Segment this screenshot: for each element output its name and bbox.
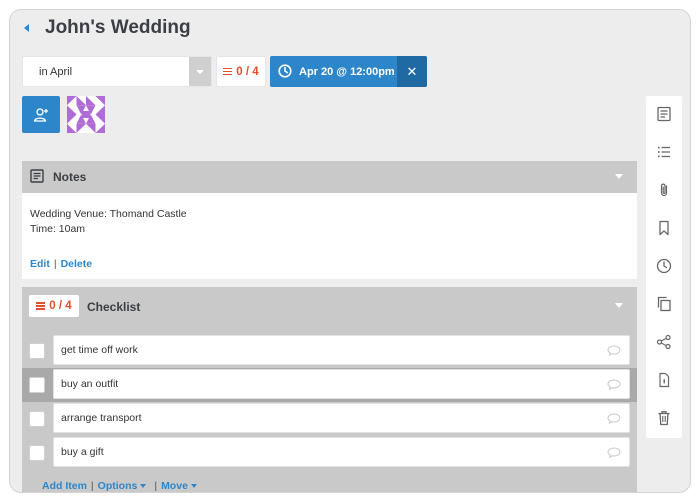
due-select[interactable]: in April [22, 56, 212, 87]
due-date-text: Apr 20 @ 12:00pm [299, 66, 395, 78]
page-title: John's Wedding [45, 17, 191, 38]
delete-notes-link[interactable]: Delete [61, 258, 93, 270]
avatar[interactable] [67, 96, 105, 133]
notes-icon[interactable] [655, 105, 673, 123]
notes-line: Time: 10am [30, 223, 86, 235]
list-icon [223, 67, 233, 76]
options-dropdown[interactable]: Options [98, 480, 147, 492]
due-date-button[interactable]: Apr 20 @ 12:00pm ✕ [270, 56, 427, 87]
list-item[interactable]: get time off work [22, 334, 637, 368]
item-checkbox[interactable] [29, 343, 45, 359]
clock-icon [278, 64, 292, 78]
item-text: arrange transport [61, 412, 142, 424]
move-label: Move [161, 480, 188, 492]
notes-line: Wedding Venue: Thomand Castle [30, 208, 187, 220]
edit-notes-link[interactable]: Edit [30, 258, 50, 270]
back-arrow-icon[interactable] [24, 24, 29, 32]
add-user-icon [33, 107, 48, 122]
item-text-box[interactable]: buy an outfit [53, 369, 630, 399]
checklist-title: Checklist [87, 300, 141, 314]
list-icon [36, 302, 46, 310]
notes-actions: Edit | Delete [30, 258, 92, 270]
share-icon[interactable] [655, 333, 673, 351]
clock-icon[interactable] [655, 257, 673, 275]
item-text: buy an outfit [61, 378, 119, 390]
item-checkbox[interactable] [29, 411, 45, 427]
checklist-actions: Add Item | Options | Move [42, 480, 197, 492]
card-window: John's Wedding in April 0 / 4 Apr 20 @ 1… [9, 9, 691, 493]
separator: | [90, 480, 94, 492]
checklist-progress-text: 0 / 4 [49, 300, 72, 312]
clear-due-date-button[interactable]: ✕ [397, 56, 427, 87]
checklist-progress-badge: 0 / 4 [29, 295, 79, 317]
checklist-icon[interactable] [655, 143, 673, 161]
comment-icon[interactable] [607, 447, 621, 458]
due-select-value: in April [39, 66, 73, 78]
comment-icon[interactable] [607, 379, 621, 390]
move-dropdown[interactable]: Move [161, 480, 197, 492]
file-icon[interactable] [655, 371, 673, 389]
item-checkbox[interactable] [29, 377, 45, 393]
notes-header[interactable]: Notes [22, 161, 637, 193]
comment-icon[interactable] [607, 413, 621, 424]
caret-down-icon[interactable] [615, 303, 623, 308]
chevron-down-icon[interactable] [189, 57, 211, 86]
add-member-button[interactable] [22, 96, 60, 133]
copy-icon[interactable] [655, 295, 673, 313]
trash-icon[interactable] [655, 409, 673, 427]
checklist-progress-text: 0 / 4 [236, 65, 259, 78]
item-text-box[interactable]: get time off work [53, 335, 630, 365]
separator: | [154, 480, 158, 492]
checklist-panel: 0 / 4 Checklist get time off work buy an… [22, 287, 637, 492]
list-item[interactable]: buy a gift [22, 436, 637, 470]
item-text: get time off work [61, 344, 138, 356]
separator: | [53, 258, 57, 270]
notes-icon [30, 169, 44, 183]
bookmark-icon[interactable] [655, 219, 673, 237]
notes-body: Wedding Venue: Thomand Castle Time: 10am… [22, 193, 637, 279]
card-actions-sidebar [646, 96, 682, 438]
checklist-progress-badge[interactable]: 0 / 4 [216, 56, 266, 87]
caret-down-icon[interactable] [615, 174, 623, 179]
list-item[interactable]: buy an outfit [22, 368, 637, 402]
options-label: Options [97, 480, 138, 492]
add-item-link[interactable]: Add Item [42, 480, 87, 492]
item-text-box[interactable]: buy a gift [53, 437, 630, 467]
chevron-down-icon [190, 484, 197, 489]
close-icon: ✕ [406, 63, 418, 79]
comment-icon[interactable] [607, 345, 621, 356]
item-checkbox[interactable] [29, 445, 45, 461]
notes-title: Notes [53, 170, 87, 184]
item-text-box[interactable]: arrange transport [53, 403, 630, 433]
item-text: buy a gift [61, 446, 104, 458]
list-item[interactable]: arrange transport [22, 402, 637, 436]
attachment-icon[interactable] [655, 181, 673, 199]
